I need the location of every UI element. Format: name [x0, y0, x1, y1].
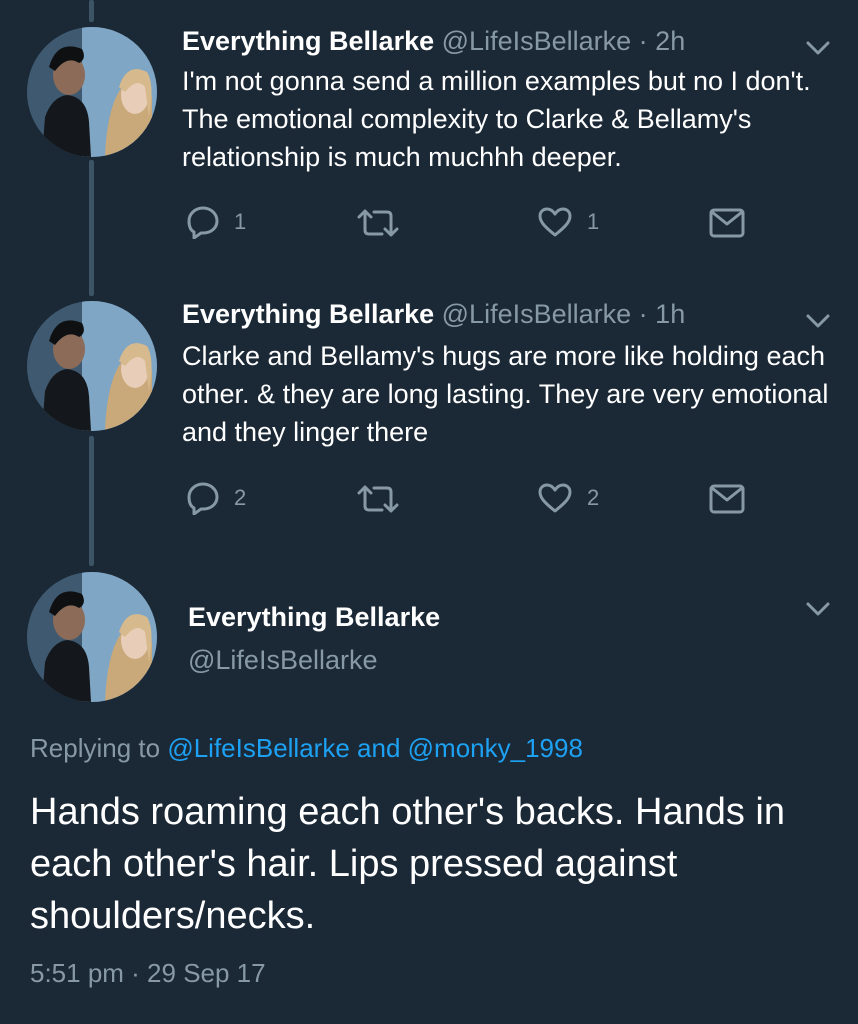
avatar[interactable]	[27, 301, 157, 431]
reply-button[interactable]: 1	[186, 205, 246, 239]
author-handle[interactable]: @LifeIsBellarke	[188, 645, 378, 676]
dm-button[interactable]	[709, 484, 745, 514]
reply-icon	[187, 206, 219, 239]
like-count: 2	[587, 485, 600, 510]
retweet-icon	[357, 485, 399, 513]
chevron-down-icon[interactable]	[805, 601, 831, 617]
avatar[interactable]	[27, 572, 157, 702]
tweet-header: Everything Bellarke @LifeIsBellarke · 2h	[182, 26, 685, 57]
replying-prefix: Replying to	[30, 733, 161, 763]
chevron-down-icon[interactable]	[805, 40, 831, 56]
tweet-header: Everything Bellarke @LifeIsBellarke · 1h	[182, 299, 685, 330]
author-handle[interactable]: @LifeIsBellarke	[442, 26, 632, 56]
mention-link[interactable]: @monky_1998	[408, 733, 583, 763]
reply-button[interactable]: 2	[186, 481, 246, 515]
replying-and[interactable]: and	[357, 733, 400, 763]
author-name[interactable]: Everything Bellarke	[188, 602, 440, 633]
retweet-button[interactable]	[356, 484, 400, 514]
thread-line	[89, 436, 94, 566]
mail-icon	[709, 208, 745, 238]
reply-count: 1	[234, 209, 247, 234]
mail-icon	[709, 484, 745, 514]
tweet-timestamp[interactable]: 5:51 pm · 29 Sep 17	[30, 958, 266, 989]
retweet-button[interactable]	[356, 208, 400, 238]
heart-icon	[538, 483, 572, 513]
dm-button[interactable]	[709, 208, 745, 238]
tweet-text: Clarke and Bellamy's hugs are more like …	[182, 341, 829, 447]
author-name[interactable]: Everything Bellarke	[182, 26, 434, 56]
author-handle[interactable]: @LifeIsBellarke	[442, 299, 632, 329]
avatar[interactable]	[27, 27, 157, 157]
thread-line	[89, 160, 94, 296]
reply-count: 2	[234, 485, 247, 510]
separator: ·	[638, 26, 648, 56]
like-button[interactable]: 1	[537, 206, 599, 238]
author-name[interactable]: Everything Bellarke	[182, 299, 434, 329]
tweet-time[interactable]: 2h	[655, 26, 685, 56]
separator: ·	[638, 299, 648, 329]
heart-icon	[538, 207, 572, 237]
reply-icon	[187, 482, 219, 515]
like-count: 1	[587, 209, 600, 234]
tweet-text: I'm not gonna send a million examples bu…	[182, 66, 811, 172]
chevron-down-icon[interactable]	[805, 313, 831, 329]
retweet-icon	[357, 209, 399, 237]
like-button[interactable]: 2	[537, 482, 599, 514]
mention-link[interactable]: @LifeIsBellarke	[167, 733, 349, 763]
tweet-time[interactable]: 1h	[655, 299, 685, 329]
replying-to: Replying to @LifeIsBellarke and @monky_1…	[30, 733, 583, 764]
tweet-text: Hands roaming each other's backs. Hands …	[30, 791, 785, 937]
thread-line	[89, 0, 94, 22]
